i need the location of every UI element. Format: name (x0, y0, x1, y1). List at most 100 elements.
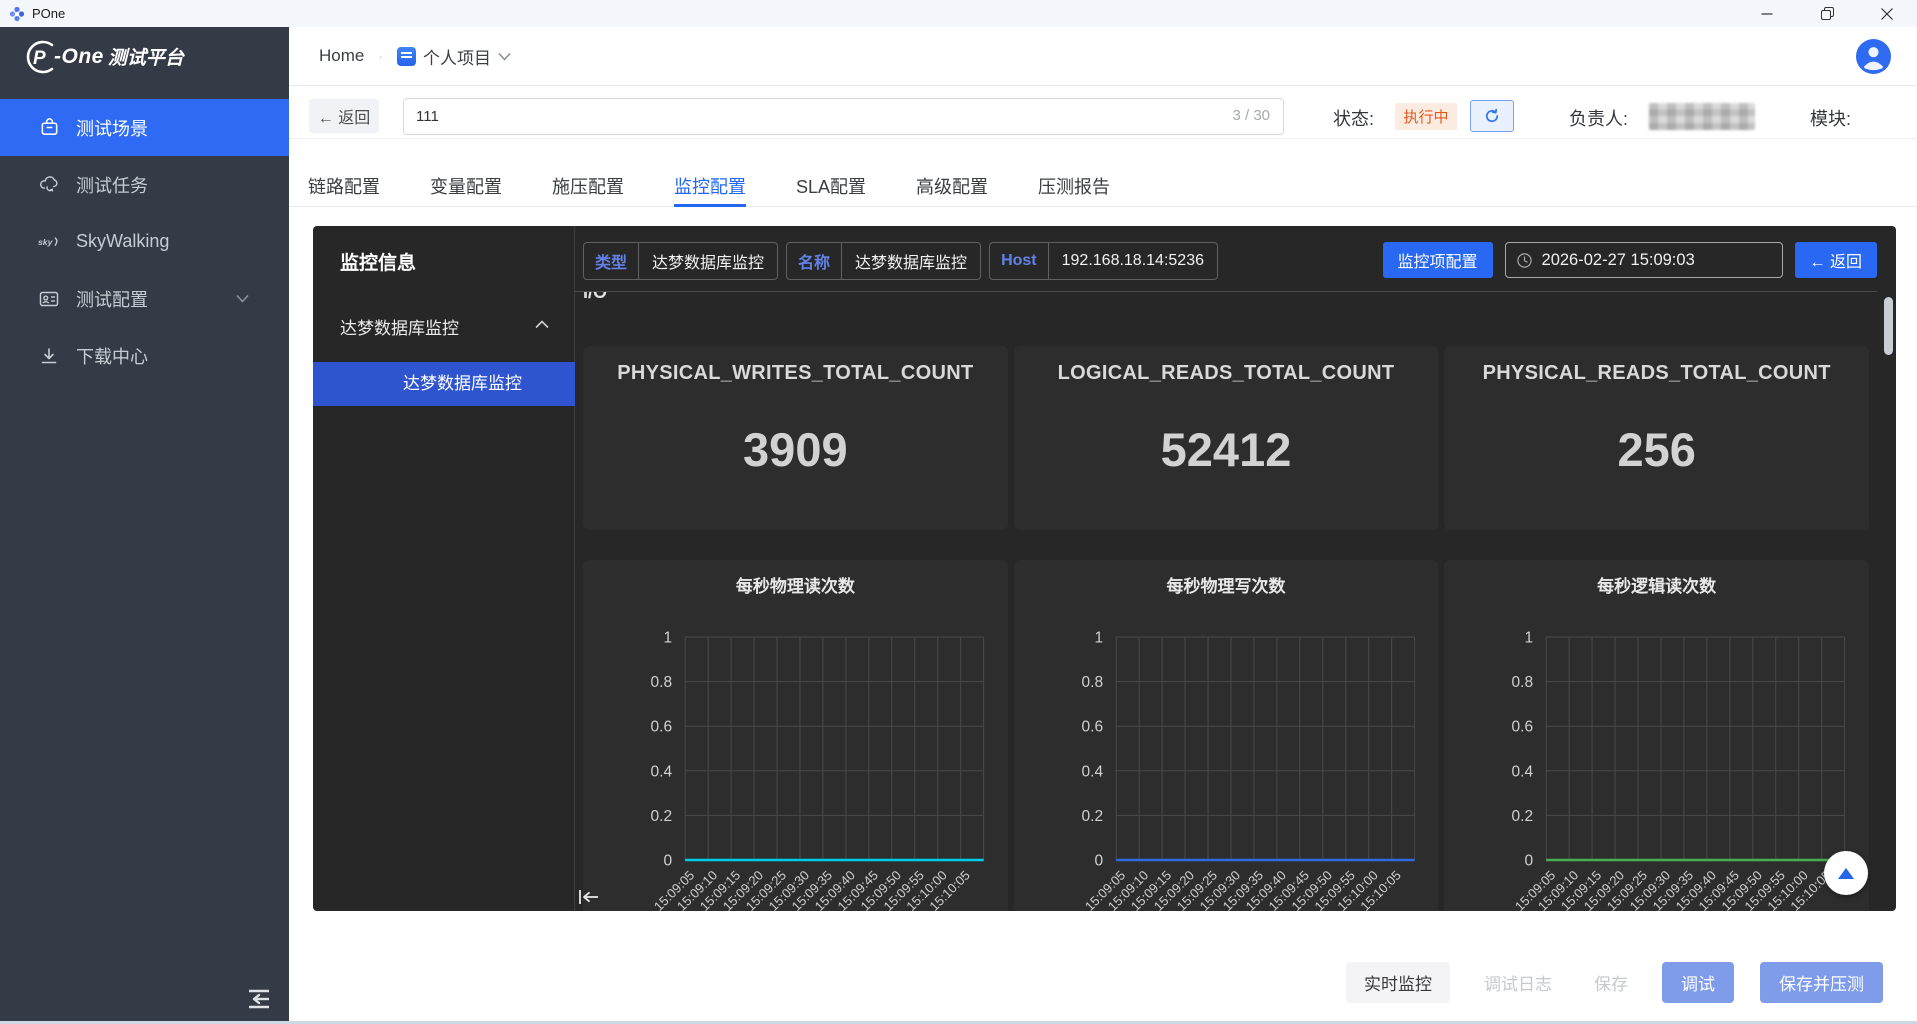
sidebar-item-label: 测试配置 (76, 286, 148, 312)
chart-logical-reads-per-sec: 每秒逻辑读次数 00.20.40.60.8115:09:0515:09:1015… (1444, 560, 1869, 911)
filter-type: 类型 达梦数据库监控 (583, 242, 778, 280)
breadcrumb-home[interactable]: Home (319, 46, 364, 66)
datetime-value: 2026-02-27 15:09:03 (1542, 251, 1695, 270)
close-icon (1881, 8, 1893, 20)
chevron-up-icon[interactable] (535, 320, 549, 329)
chart-title: 每秒物理写次数 (1014, 572, 1439, 597)
section-heading-io: I/O (583, 292, 607, 303)
restore-button[interactable] (1797, 0, 1857, 27)
monitor-sidebar: 监控信息 达梦数据库监控 达梦数据库监控 (313, 226, 575, 911)
svg-text:0: 0 (1094, 853, 1103, 870)
sidebar-item-skywalking[interactable]: sky SkyWalking (0, 213, 289, 270)
toolbar-divider (289, 138, 1917, 139)
main-sidebar: 测试场景 测试任务 sky SkyWalking 测试配置 下载中心 (0, 86, 289, 1024)
avatar[interactable] (1856, 39, 1891, 74)
chart-canvas: 00.20.40.60.8115:09:0515:09:1015:09:1515… (583, 560, 1008, 911)
stat-card-logical-reads: LOGICAL_READS_TOTAL_COUNT 52412 (1014, 346, 1439, 530)
save-and-stress-button[interactable]: 保存并压测 (1760, 962, 1883, 1003)
filter-name: 名称 达梦数据库监控 (786, 242, 981, 280)
module-label: 模块: (1810, 105, 1851, 131)
filter-name-value: 达梦数据库监控 (842, 243, 980, 279)
scenario-toolbar: ← 返回 3 / 30 状态: 执行中 负责人: 模块: (289, 98, 1917, 135)
svg-text:P: P (33, 48, 46, 69)
breadcrumb-separator: · (378, 48, 383, 64)
stat-value: 3909 (583, 422, 1008, 477)
svg-text:0: 0 (1525, 853, 1534, 870)
chevron-down-icon (236, 294, 249, 303)
triangle-up-icon (1838, 868, 1854, 879)
scenario-name-input[interactable] (403, 98, 1284, 135)
chart-physical-writes-per-sec: 每秒物理写次数 00.20.40.60.8115:09:0515:09:1015… (1014, 560, 1439, 911)
project-name: 个人项目 (423, 44, 491, 69)
pone-logo-icon: P (22, 39, 58, 75)
monitor-back-button[interactable]: ← 返回 (1795, 242, 1877, 278)
svg-text:0.8: 0.8 (1512, 674, 1534, 691)
stat-title: PHYSICAL_WRITES_TOTAL_COUNT (583, 362, 1008, 385)
monitor-group-dm-db[interactable]: 达梦数据库监控 (340, 314, 550, 339)
tab-pressure-config[interactable]: 施压配置 (552, 165, 624, 207)
monitor-actions: 监控项配置 2026-02-27 15:09:03 ← 返回 (1383, 242, 1877, 278)
chart-title: 每秒逻辑读次数 (1444, 572, 1869, 597)
svg-text:0: 0 (664, 853, 673, 870)
monitor-item-config-button[interactable]: 监控项配置 (1383, 242, 1493, 278)
svg-text:0.4: 0.4 (651, 763, 673, 780)
filter-host-value: 192.168.18.14:5236 (1049, 243, 1217, 279)
panel-scrollbar-thumb[interactable] (1884, 297, 1893, 355)
status-label: 状态: (1333, 105, 1374, 131)
back-button[interactable]: ← 返回 (309, 99, 379, 133)
filter-host-label: Host (990, 243, 1049, 279)
sidebar-item-test-scene[interactable]: 测试场景 (0, 99, 289, 156)
main-content: ← 返回 3 / 30 状态: 执行中 负责人: 模块: 链路配置 变量配置 施… (289, 86, 1917, 1024)
stat-card-physical-writes: PHYSICAL_WRITES_TOTAL_COUNT 3909 (583, 346, 1008, 530)
collapse-panel-icon[interactable] (577, 888, 601, 906)
svg-text:0.2: 0.2 (1081, 808, 1103, 825)
minimize-button[interactable] (1737, 0, 1797, 27)
sidebar-item-download-center[interactable]: 下载中心 (0, 327, 289, 384)
skywalking-icon: sky (38, 231, 60, 253)
pone-app-icon (9, 6, 25, 22)
stat-title: LOGICAL_READS_TOTAL_COUNT (1014, 362, 1439, 385)
window-title: POne (32, 6, 65, 21)
debug-button[interactable]: 调试 (1662, 962, 1734, 1003)
restore-icon (1821, 7, 1834, 20)
svg-text:0.2: 0.2 (651, 808, 673, 825)
monitor-filter-bar: 类型 达梦数据库监控 名称 达梦数据库监控 Host 192.168.18.14… (583, 242, 1218, 280)
filter-host: Host 192.168.18.14:5236 (989, 242, 1218, 280)
clock-icon (1517, 253, 1532, 268)
save-button[interactable]: 保存 (1586, 962, 1636, 1003)
tab-advanced-config[interactable]: 高级配置 (916, 165, 988, 207)
collapse-menu-icon (241, 987, 273, 1011)
tab-monitor-config[interactable]: 监控配置 (674, 165, 746, 207)
svg-text:0.6: 0.6 (1081, 719, 1103, 736)
stat-value: 256 (1444, 422, 1869, 477)
brand-name: -One (54, 45, 104, 69)
tab-link-config[interactable]: 链路配置 (308, 165, 380, 207)
tab-variable-config[interactable]: 变量配置 (430, 165, 502, 207)
debug-log-button[interactable]: 调试日志 (1476, 962, 1560, 1003)
chevron-down-icon (498, 52, 511, 61)
project-selector[interactable]: 个人项目 (397, 44, 511, 69)
tab-sla-config[interactable]: SLA配置 (796, 165, 866, 207)
datetime-picker[interactable]: 2026-02-27 15:09:03 (1505, 242, 1783, 278)
scroll-to-top-button[interactable] (1824, 851, 1868, 895)
monitor-sidebar-title: 监控信息 (340, 248, 416, 275)
sidebar-collapse-button[interactable] (238, 985, 276, 1013)
filter-name-label: 名称 (787, 243, 842, 279)
brand-suffix: 测试平台 (108, 43, 184, 70)
project-icon (397, 47, 416, 66)
tab-stress-report[interactable]: 压测报告 (1038, 165, 1110, 207)
sidebar-item-test-task[interactable]: 测试任务 (0, 156, 289, 213)
refresh-icon (1484, 108, 1500, 124)
filter-type-label: 类型 (584, 243, 639, 279)
owner-label: 负责人: (1569, 105, 1628, 131)
close-button[interactable] (1857, 0, 1917, 27)
sidebar-item-test-config[interactable]: 测试配置 (0, 270, 289, 327)
monitor-item-dm-db-selected[interactable]: 达梦数据库监控 (313, 362, 575, 406)
briefcase-icon (38, 117, 60, 139)
window-titlebar: POne (0, 0, 1917, 27)
realtime-monitor-button[interactable]: 实时监控 (1346, 962, 1450, 1003)
svg-text:1: 1 (664, 630, 673, 647)
sidebar-item-label: SkyWalking (76, 231, 169, 252)
config-tabs: 链路配置 变量配置 施压配置 监控配置 SLA配置 高级配置 压测报告 (289, 165, 1917, 207)
refresh-status-button[interactable] (1470, 100, 1514, 132)
